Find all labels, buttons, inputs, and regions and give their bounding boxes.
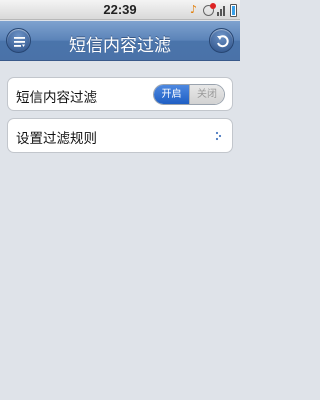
filter-rules-row[interactable]: 设置过滤规则 [7, 118, 233, 153]
alarm-icon [203, 2, 216, 16]
toggle-on-label[interactable]: 开启 [154, 85, 189, 104]
sms-filter-toggle[interactable]: 开启 关闭 [153, 84, 225, 105]
sms-filter-label: 短信内容过滤 [16, 90, 97, 106]
status-bar: 22:39 ♪ [0, 0, 240, 20]
back-icon [217, 35, 229, 48]
chevron-right-icon [215, 131, 222, 141]
battery-icon [230, 3, 237, 17]
music-icon: ♪ [190, 3, 198, 16]
title-bar: 短信内容过滤 [0, 21, 240, 61]
toggle-off-label[interactable]: 关闭 [188, 85, 224, 104]
filter-rules-label: 设置过滤规则 [16, 131, 97, 147]
back-button[interactable] [209, 28, 234, 53]
status-icons: ♪ [190, 2, 237, 17]
sms-filter-row: 短信内容过滤 开启 关闭 [7, 77, 233, 111]
page-title: 短信内容过滤 [69, 36, 171, 56]
signal-icon [217, 4, 227, 16]
